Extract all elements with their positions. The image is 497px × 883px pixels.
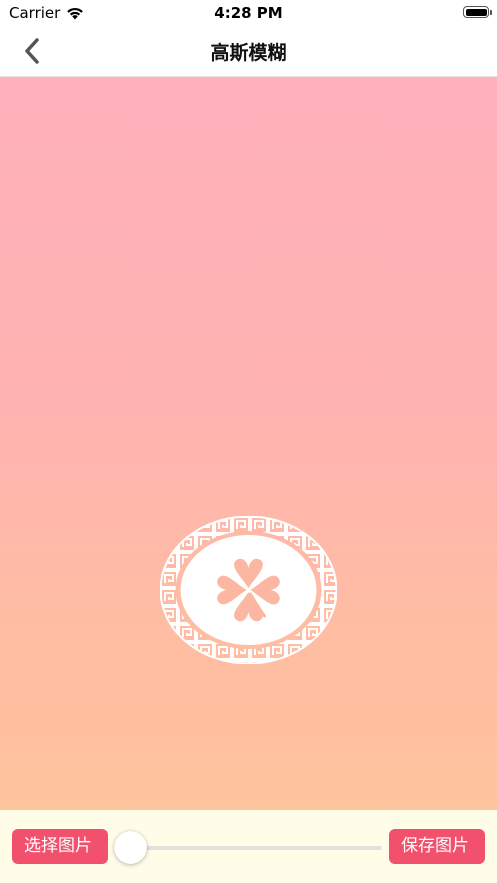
battery-fill bbox=[465, 8, 487, 16]
nav-bar: 高斯模糊 bbox=[0, 26, 497, 77]
save-image-button[interactable]: 保存图片 bbox=[389, 829, 485, 864]
battery-icon bbox=[463, 6, 492, 18]
bottom-toolbar: 选择图片 保存图片 bbox=[0, 810, 497, 883]
battery-tip bbox=[490, 10, 492, 15]
clover-emblem-icon bbox=[160, 516, 337, 664]
blur-slider-track[interactable] bbox=[130, 846, 382, 850]
select-image-button[interactable]: 选择图片 bbox=[12, 829, 108, 864]
screen: Carrier 4:28 PM 高斯模糊 选择图片 保存图片 bbox=[0, 0, 497, 883]
page-title: 高斯模糊 bbox=[210, 42, 287, 64]
image-preview bbox=[0, 77, 497, 810]
blur-slider-thumb[interactable] bbox=[114, 831, 147, 864]
status-time: 4:28 PM bbox=[214, 4, 283, 22]
status-bar: Carrier 4:28 PM bbox=[0, 0, 497, 26]
